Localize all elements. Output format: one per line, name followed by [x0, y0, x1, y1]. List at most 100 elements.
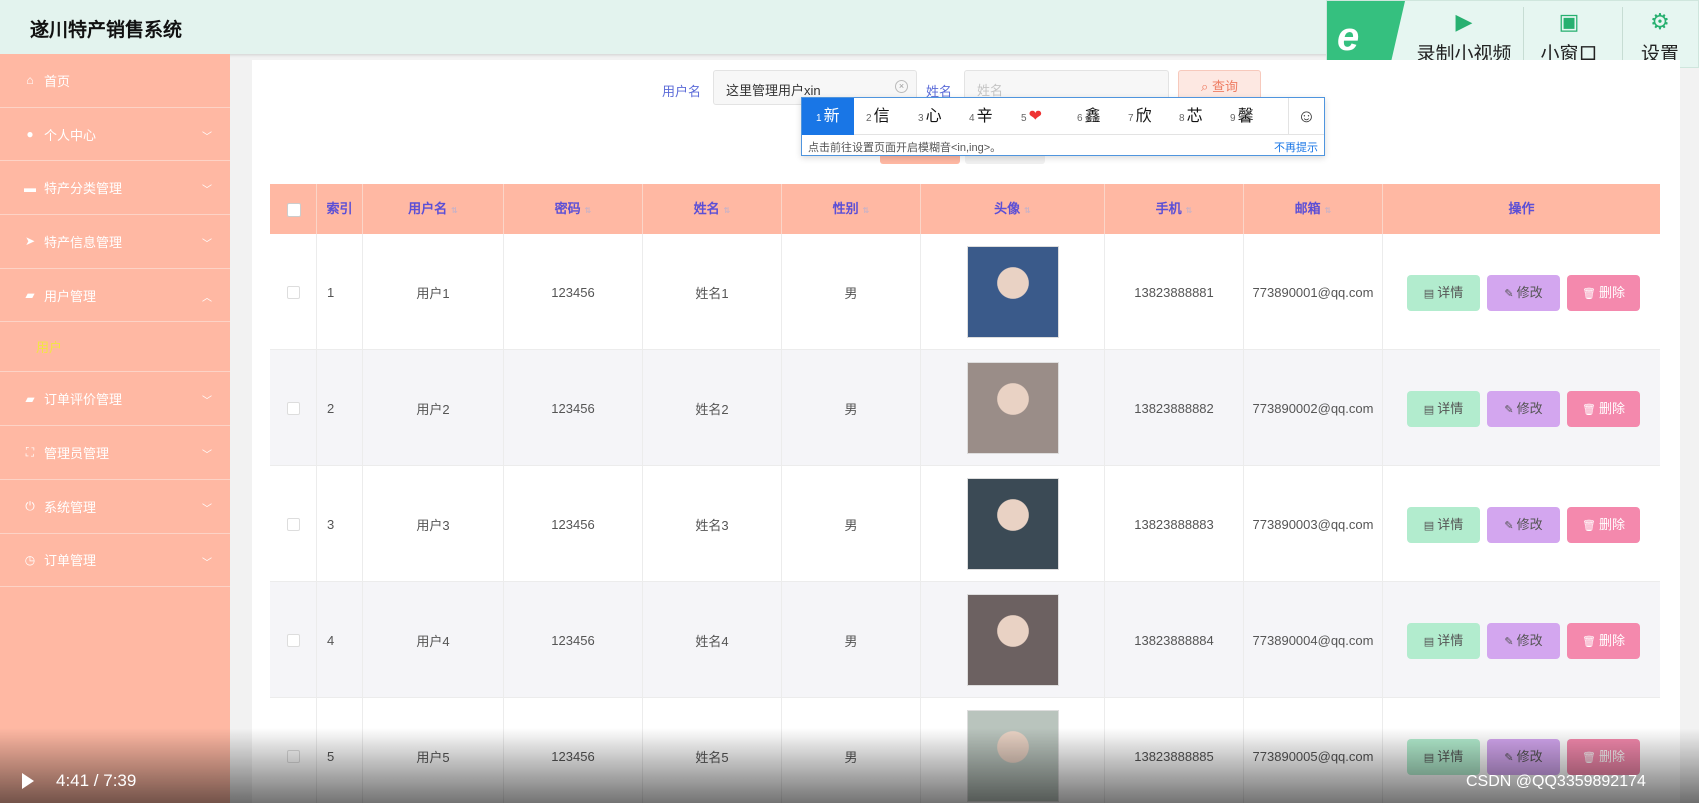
delete-button[interactable]: 🗑 删除 — [1567, 275, 1640, 311]
sidebar-item-admin[interactable]: ⛶ 管理员管理 ﹀ — [0, 426, 230, 480]
ime-candidate[interactable]: 2信 — [866, 98, 890, 135]
sidebar-item-home[interactable]: ⌂ 首页 — [0, 54, 230, 108]
briefcase-icon: ▰ — [25, 391, 35, 406]
cell-check — [270, 582, 317, 698]
column-header[interactable]: 头像 ⇅ — [921, 184, 1105, 234]
mini-window-button[interactable]: ▣ 小窗口 — [1531, 7, 1607, 66]
detail-button[interactable]: ▤ 详情 — [1407, 507, 1480, 543]
chevron-down-icon: ﹀ — [202, 503, 212, 515]
edit-button[interactable]: ✎ 修改 — [1487, 391, 1560, 427]
briefcase-icon: ▰ — [25, 288, 35, 303]
ime-candidate[interactable]: 4辛 — [969, 98, 993, 135]
gear-icon: ⚙ — [1650, 9, 1670, 34]
sort-icon: ⇅ — [451, 206, 458, 215]
document-icon: ▤ — [1423, 404, 1438, 416]
detail-button[interactable]: ▤ 详情 — [1407, 391, 1480, 427]
sidebar-item-system[interactable]: ⏻ 系统管理 ﹀ — [0, 480, 230, 534]
tv-icon: ▣ — [1558, 9, 1580, 34]
sidebar-item-user-management[interactable]: ▰ 用户管理 ︿ — [0, 269, 230, 323]
cell-actions: ▤ 详情✎ 修改🗑 删除 — [1383, 466, 1660, 582]
ime-candidate[interactable]: 6鑫 — [1077, 98, 1101, 135]
column-header: 索引 — [317, 184, 363, 234]
edit-button[interactable]: ✎ 修改 — [1487, 507, 1560, 543]
email-text: 773890001@qq.com — [1252, 284, 1374, 300]
emoji-icon[interactable]: ☺ — [1288, 98, 1324, 135]
video-control-bar — [0, 728, 1699, 803]
ime-candidate[interactable]: 3心 — [918, 98, 942, 135]
cell-gender: 男 — [782, 466, 921, 582]
cell-avatar — [921, 466, 1105, 582]
select-all-checkbox[interactable] — [287, 203, 301, 217]
cell-check — [270, 234, 317, 350]
table-row: 4 用户4 123456 姓名4 男 13823888884 773890004@qq.co… — [270, 582, 1660, 698]
cell-name: 姓名3 — [643, 466, 782, 582]
record-video-button[interactable]: ▶ 录制小视频 — [1409, 7, 1519, 66]
column-header[interactable]: 密码 ⇅ — [504, 184, 643, 234]
delete-button[interactable]: 🗑 删除 — [1567, 623, 1640, 659]
cell-gender: 男 — [782, 582, 921, 698]
ime-candidate[interactable]: 1新 — [802, 98, 854, 135]
cell-username: 用户2 — [363, 350, 504, 466]
cell-password: 123456 — [504, 350, 643, 466]
avatar — [966, 362, 1059, 454]
delete-button[interactable]: 🗑 删除 — [1567, 507, 1640, 543]
edit-button[interactable]: ✎ 修改 — [1487, 275, 1560, 311]
document-icon: ▤ — [1423, 636, 1438, 648]
column-header[interactable]: 手机 ⇅ — [1105, 184, 1244, 234]
cell-name: 姓名2 — [643, 350, 782, 466]
sidebar-item-category[interactable]: ▬ 特产分类管理 ﹀ — [0, 161, 230, 216]
toolbar-divider — [1622, 7, 1623, 63]
search-icon: ⌕ — [1201, 79, 1209, 94]
row-checkbox[interactable] — [286, 285, 300, 299]
ime-dismiss-link[interactable]: 不再提示 — [1274, 139, 1318, 155]
cell-phone: 13823888881 — [1105, 234, 1244, 350]
play-icon[interactable] — [22, 773, 34, 789]
sidebar-item-order-review[interactable]: ▰ 订单评价管理 ﹀ — [0, 372, 230, 427]
row-checkbox[interactable] — [286, 517, 300, 531]
cell-phone: 13823888883 — [1105, 466, 1244, 582]
trash-icon: 🗑 — [1581, 404, 1599, 416]
column-header[interactable]: 姓名 ⇅ — [643, 184, 782, 234]
cell-username: 用户1 — [363, 234, 504, 350]
cell-email: 773890001@qq.com — [1244, 234, 1383, 350]
row-checkbox[interactable] — [286, 401, 300, 415]
ime-candidate[interactable]: 9馨 — [1230, 98, 1254, 135]
trash-icon: 🗑 — [1581, 520, 1599, 532]
chevron-down-icon: ﹀ — [202, 185, 212, 197]
pencil-icon: ✎ — [1504, 636, 1517, 648]
detail-button[interactable]: ▤ 详情 — [1407, 275, 1480, 311]
settings-button[interactable]: ⚙ 设置 — [1632, 7, 1688, 66]
trash-icon: 🗑 — [1581, 636, 1599, 648]
sidebar-item-product-info[interactable]: ➤ 特产信息管理 ﹀ — [0, 215, 230, 269]
cell-index: 2 — [317, 350, 363, 466]
sort-icon: ⇅ — [1024, 206, 1031, 215]
edit-button[interactable]: ✎ 修改 — [1487, 623, 1560, 659]
sidebar-item-orders[interactable]: ◷ 订单管理 ﹀ — [0, 534, 230, 588]
column-header[interactable]: 性别 ⇅ — [782, 184, 921, 234]
column-header[interactable]: 用户名 ⇅ — [363, 184, 504, 234]
ime-candidate[interactable]: 5 ❤ — [1021, 98, 1042, 135]
ime-candidate-bar: 1新 2信 3心 4辛 5 ❤ 6鑫 7欣 8芯 9馨 ☺ — [802, 98, 1324, 135]
detail-button[interactable]: ▤ 详情 — [1407, 623, 1480, 659]
chevron-down-icon: ﹀ — [202, 450, 212, 462]
cell-avatar — [921, 234, 1105, 350]
cell-index: 4 — [317, 582, 363, 698]
app-title: 遂川特产销售系统 — [30, 20, 183, 41]
clear-icon[interactable]: × — [895, 80, 908, 93]
email-text: 773890003@qq.com — [1252, 516, 1374, 532]
cell-gender: 男 — [782, 350, 921, 466]
pencil-icon: ✎ — [1504, 404, 1517, 416]
column-header[interactable]: 邮箱 ⇅ — [1244, 184, 1383, 234]
row-checkbox[interactable] — [286, 633, 300, 647]
power-icon: ⏻ — [25, 498, 35, 513]
delete-button[interactable]: 🗑 删除 — [1567, 391, 1640, 427]
sidebar-subitem-users[interactable]: 用户 — [0, 322, 230, 373]
cell-gender: 男 — [782, 234, 921, 350]
sidebar-item-personal-center[interactable]: ● 个人中心 ﹀ — [0, 108, 230, 162]
pencil-icon: ✎ — [1504, 288, 1517, 300]
ime-candidate[interactable]: 7欣 — [1128, 98, 1152, 135]
ime-candidate[interactable]: 8芯 — [1179, 98, 1203, 135]
toolbar-divider — [1523, 7, 1524, 63]
cell-username: 用户4 — [363, 582, 504, 698]
ime-candidate-popup: 1新 2信 3心 4辛 5 ❤ 6鑫 7欣 8芯 9馨 ☺ 点击前往设置页面开启模… — [801, 97, 1325, 156]
